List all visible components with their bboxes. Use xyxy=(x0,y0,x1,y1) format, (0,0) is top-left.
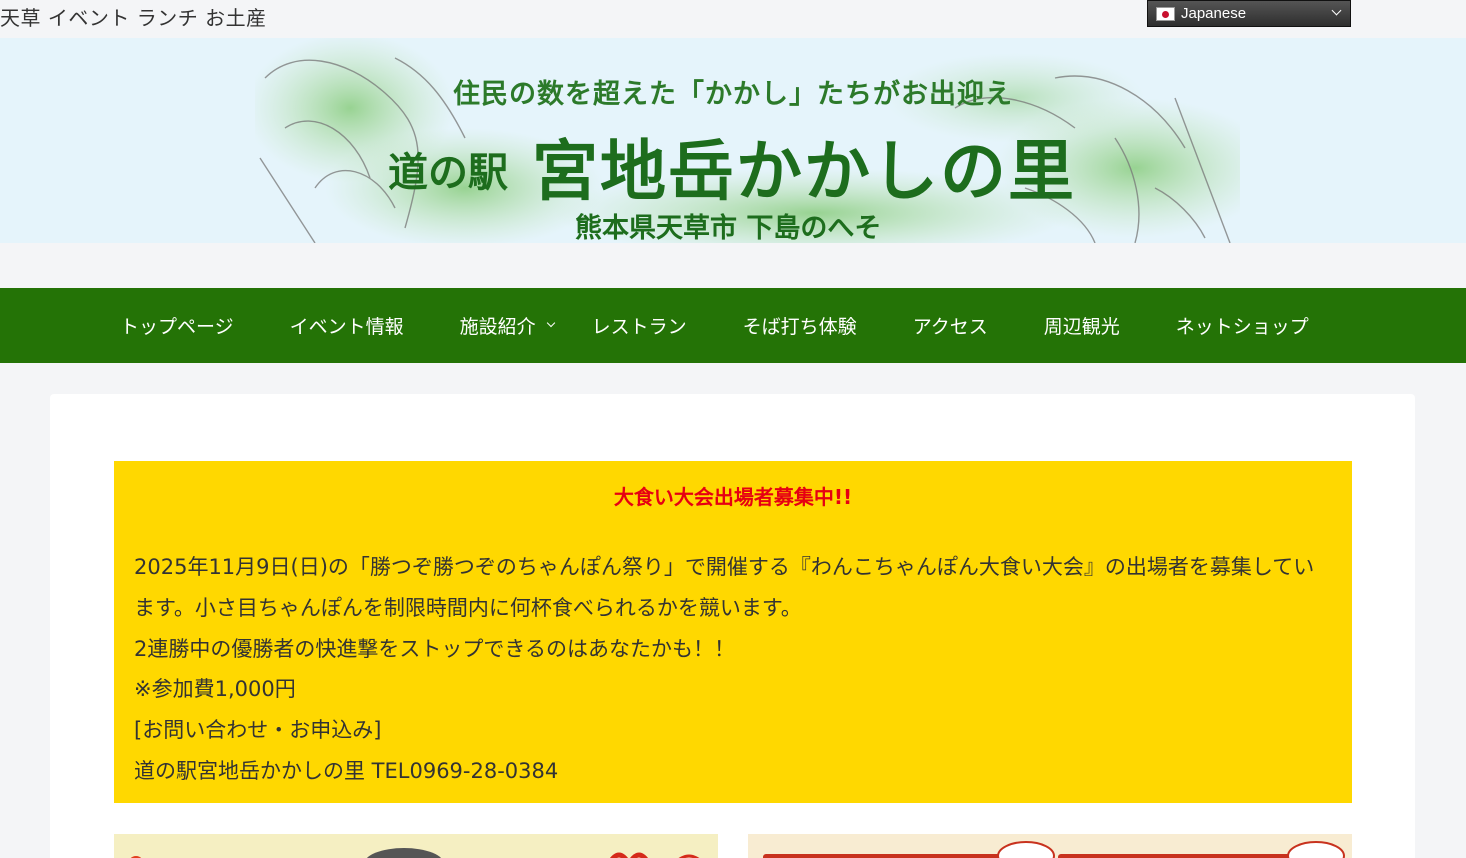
chevron-down-icon xyxy=(1331,5,1342,16)
chevron-down-icon xyxy=(546,318,555,328)
notice-line: 2025年11月9日(日)の「勝つぞ勝つぞのちゃんぽん祭り」で開催する『わんこち… xyxy=(134,555,1315,620)
nav-item-online-shop[interactable]: ネットショップ xyxy=(1148,288,1337,363)
nav-item-top-page[interactable]: トップページ xyxy=(92,288,262,363)
banner-station-name: 宮地岳かかしの里 xyxy=(532,133,1076,210)
event-banner-thumbnail-left[interactable] xyxy=(114,834,718,858)
notice-body: 2025年11月9日(日)の「勝つぞ勝つぞのちゃんぽん祭り」で開催する『わんこち… xyxy=(134,547,1334,792)
nav-item-facilities[interactable]: 施設紹介 xyxy=(432,288,564,363)
thumbnail-left-art xyxy=(130,848,700,858)
site-tagline: 天草 イベント ランチ お土産 xyxy=(0,6,267,30)
nav-item-access[interactable]: アクセス xyxy=(885,288,1016,363)
nav-item-sightseeing[interactable]: 周辺観光 xyxy=(1016,288,1148,363)
event-banner-thumbnail-right[interactable] xyxy=(748,834,1352,858)
language-selected-label: Japanese xyxy=(1181,5,1247,22)
site-header-banner[interactable]: 住民の数を超えた「かかし」たちがお出迎え 道の駅 宮地岳かかしの里 熊本県天草市 … xyxy=(0,38,1466,243)
thumbnail-right-art xyxy=(763,841,1345,858)
notice-title: 大食い大会出場者募集中!! xyxy=(613,485,853,509)
nav-item-events[interactable]: イベント情報 xyxy=(262,288,432,363)
banner-station-title: 道の駅 宮地岳かかしの里 xyxy=(388,118,1076,214)
banner-catchphrase: 住民の数を超えた「かかし」たちがお出迎え xyxy=(453,79,1013,110)
language-selector[interactable]: Japanese xyxy=(1147,0,1351,27)
event-notice-box: 大食い大会出場者募集中!! 2025年11月9日(日)の「勝つぞ勝つぞのちゃんぽ… xyxy=(114,461,1352,803)
banner-location: 熊本県天草市 下島のへそ xyxy=(575,213,882,243)
nav-item-soba-experience[interactable]: そば打ち体験 xyxy=(715,288,885,363)
notice-line: 道の駅宮地岳かかしの里 TEL0969-28-0384 xyxy=(134,758,559,783)
notice-line: 2連勝中の優勝者の快進撃をストップできるのはあなたかも！！ xyxy=(134,636,735,661)
top-bar: 天草 イベント ランチ お土産 Japanese xyxy=(0,0,1466,38)
notice-line: [お問い合わせ・お申込み] xyxy=(134,718,382,743)
main-navigation: トップページ イベント情報 施設紹介 レストラン そば打ち体験 アクセス 周辺観… xyxy=(0,288,1466,363)
nav-item-restaurant[interactable]: レストラン xyxy=(564,288,715,363)
notice-line: ※参加費1,000円 xyxy=(134,677,296,702)
japan-flag-icon xyxy=(1156,6,1175,21)
banner-prefix: 道の駅 xyxy=(388,150,508,196)
